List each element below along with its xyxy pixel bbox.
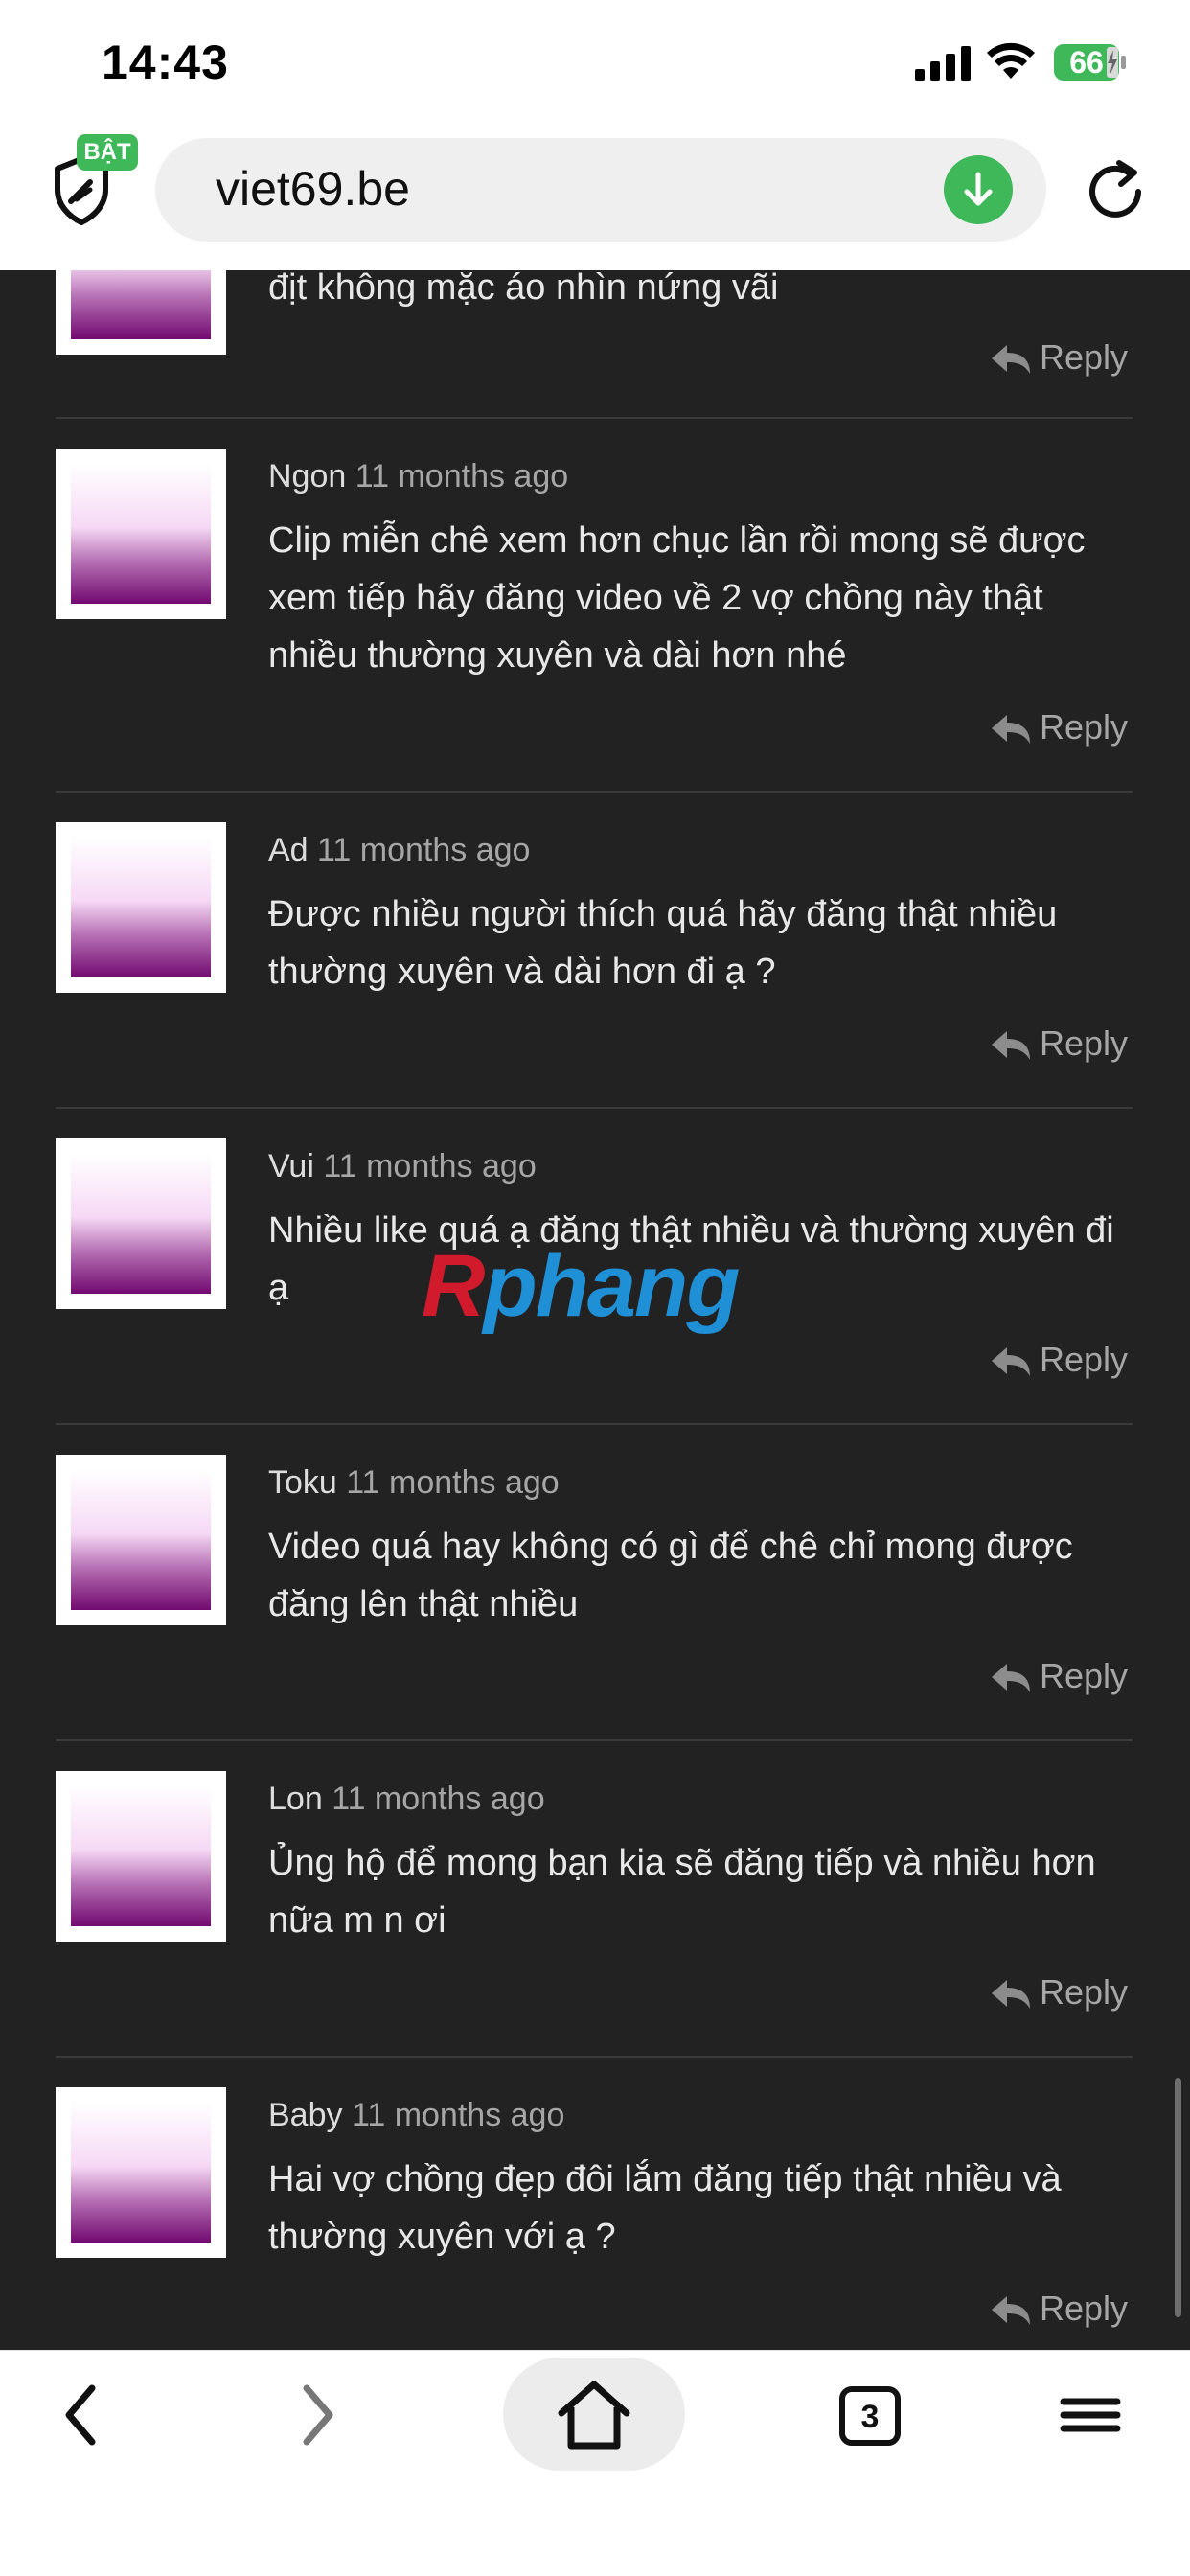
wifi-icon: [987, 42, 1035, 79]
divider: [56, 2056, 1133, 2058]
reply-label: Reply: [1040, 1340, 1129, 1379]
forward-icon[interactable]: [268, 2375, 360, 2455]
reload-icon[interactable]: [1083, 153, 1148, 222]
comment-time: 11 months ago: [346, 1464, 560, 1501]
comment-text: địt không mặc áo nhìn nứng vãi: [268, 270, 779, 308]
back-icon[interactable]: [38, 2375, 130, 2455]
reply-button[interactable]: Reply: [990, 1340, 1133, 1388]
reply-label: Reply: [1040, 1024, 1129, 1063]
reply-label: Reply: [1040, 1656, 1129, 1695]
reply-icon: [992, 1031, 1030, 1060]
menu-icon[interactable]: [1044, 2375, 1136, 2455]
comment-time: 11 months ago: [332, 1781, 545, 1817]
comment-text: Được nhiều người thích quá hãy đăng thật…: [268, 894, 1058, 992]
comment-author[interactable]: Lon: [268, 1781, 323, 1817]
tabs-icon[interactable]: 3: [839, 2386, 901, 2446]
reply-icon: [992, 2296, 1030, 2325]
reply-label: Reply: [1040, 707, 1129, 747]
status-time: 14:43: [102, 35, 229, 89]
avatar: [56, 448, 226, 619]
download-button[interactable]: [944, 155, 1013, 224]
divider: [56, 417, 1133, 419]
comment-author[interactable]: Toku: [268, 1464, 337, 1501]
reply-label: Reply: [1040, 1972, 1129, 2012]
watermark-logo: Rphang: [422, 1237, 740, 1335]
reply-button[interactable]: Reply: [990, 337, 1133, 385]
comment-time: 11 months ago: [317, 832, 531, 868]
battery-level: 66: [1069, 45, 1104, 80]
comment-author[interactable]: Vui: [268, 1148, 314, 1184]
comment-time: 11 months ago: [323, 1148, 537, 1184]
avatar: [56, 822, 226, 993]
avatar: [56, 1455, 226, 1625]
comment-text: Clip miễn chê xem hơn chục lần rồi mong …: [268, 520, 1086, 676]
comment-text: Video quá hay không có gì để chê chỉ mon…: [268, 1527, 1073, 1624]
comment-text: Hai vợ chồng đẹp đôi lắm đăng tiếp thật …: [268, 2159, 1062, 2257]
avatar: [56, 270, 226, 355]
comment-author[interactable]: Ad: [268, 832, 309, 868]
comment-author[interactable]: Ngon: [268, 458, 346, 494]
comment-time: 11 months ago: [351, 2097, 565, 2133]
divider: [56, 1423, 1133, 1425]
reply-button[interactable]: Reply: [990, 1656, 1133, 1704]
comment-text: Ủng hộ để mong bạn kia sẽ đăng tiếp và n…: [268, 1843, 1096, 1941]
reply-button[interactable]: Reply: [990, 1024, 1133, 1071]
reply-icon: [992, 345, 1030, 374]
reply-button[interactable]: Reply: [990, 1972, 1133, 2020]
reply-icon: [992, 1664, 1030, 1692]
reply-button[interactable]: Reply: [990, 2288, 1133, 2336]
reply-icon: [992, 715, 1030, 744]
reply-icon: [992, 1347, 1030, 1376]
shield-status-badge: BẬT: [77, 134, 138, 171]
divider: [56, 1107, 1133, 1109]
avatar: [56, 2087, 226, 2258]
url-text[interactable]: viet69.be: [216, 161, 410, 217]
divider: [56, 791, 1133, 793]
avatar: [56, 1771, 226, 1942]
scrollbar[interactable]: [1175, 2078, 1181, 2317]
signal-icon: [915, 46, 971, 80]
comment-author[interactable]: Baby: [268, 2097, 343, 2133]
status-bar: 14:43 66: [0, 0, 1190, 125]
reply-label: Reply: [1040, 337, 1129, 377]
comment-time: 11 months ago: [355, 458, 569, 494]
divider: [56, 1739, 1133, 1741]
reply-button[interactable]: Reply: [990, 707, 1133, 755]
home-icon[interactable]: [548, 2375, 640, 2455]
reply-label: Reply: [1040, 2288, 1129, 2328]
avatar: [56, 1138, 226, 1309]
download-icon: [964, 172, 993, 206]
reply-icon: [992, 1980, 1030, 2009]
